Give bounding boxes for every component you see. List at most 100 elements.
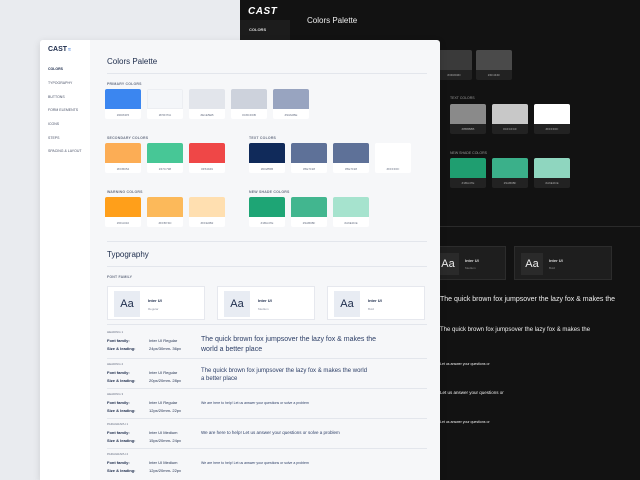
style-label: HEADING 1: [107, 330, 124, 334]
style-key: Size & leading:: [107, 378, 136, 383]
main-content: Colors Palette PRIMARY COLORS #2D84F5 #F…: [90, 40, 440, 480]
logo-wing-icon: ≈: [68, 46, 71, 53]
color-swatch: #F54949: [189, 143, 225, 173]
style-value: 12px/20mm- 22px: [149, 468, 182, 473]
style-value: 24px/30mm- 36px: [149, 346, 182, 351]
dark-swatch: #A6E3CE: [534, 158, 570, 188]
nav-icons[interactable]: ICONS: [48, 122, 59, 126]
style-value: 20px/20mm- 28px: [149, 378, 182, 383]
color-swatch: #FFB054: [105, 143, 141, 173]
color-swatch: #E1E5EB: [189, 89, 225, 119]
style-label: HEADING 2: [107, 362, 124, 366]
primary-colors-label: PRIMARY COLORS: [107, 82, 142, 86]
color-swatch: #1BA47E: [249, 197, 285, 227]
dark-paragraph-sample: Let us answer your questions or: [440, 362, 490, 366]
font-preview-icon: Aa: [334, 291, 360, 317]
font-preview-icon: Aa: [437, 253, 459, 275]
dark-font-card: Aa Inter UI Medium: [430, 246, 506, 280]
style-value: Inter UI Regular: [149, 400, 178, 405]
font-preview-icon: Aa: [521, 253, 543, 275]
sidebar: CAST ≈ COLORS TYPOGRAPHY BUTTONS FORM ELE…: [40, 40, 90, 480]
color-swatch: #002B5B: [249, 143, 285, 173]
nav-buttons[interactable]: BUTTONS: [48, 95, 65, 99]
font-card-medium: Aa Inter UI Medium: [217, 286, 315, 320]
color-swatch: #FFFFFF: [375, 143, 411, 173]
dark-swatch: #8B8B8B: [450, 104, 486, 134]
style-key: Size & leading:: [107, 408, 136, 413]
style-key: Font family:: [107, 400, 130, 405]
colors-title: Colors Palette: [107, 57, 158, 66]
color-swatch: #F5F7FA: [147, 89, 183, 119]
style-value: Inter UI Regular: [149, 338, 178, 343]
paragraph-2-sample: We are here to help! Let us answer your …: [201, 461, 309, 465]
style-label: PARAGRAPH 2: [107, 452, 129, 456]
font-preview-icon: Aa: [114, 291, 140, 317]
dark-group-label: TEXT COLORS: [450, 96, 475, 100]
new-shade-colors-label: NEW SHADE COLORS: [249, 190, 290, 194]
dark-heading-sample: The quick brown fox jumpsover the lazy f…: [440, 296, 616, 303]
font-family-label: FONT FAMILY: [107, 275, 133, 279]
dark-nav-colors[interactable]: COLORS: [249, 27, 266, 32]
paragraph-1-sample: We are here to help! Let us answer your …: [201, 430, 340, 435]
dark-swatch: #FFFFFF: [534, 104, 570, 134]
dark-swatch: #3D3D3D: [436, 50, 472, 80]
dark-paragraph-sample: Let us answer your questions or: [440, 420, 490, 424]
style-key: Size & leading:: [107, 468, 136, 473]
style-key: Font family:: [107, 370, 130, 375]
style-label: HEADING 3: [107, 392, 124, 396]
section-divider: [107, 266, 427, 267]
section-divider: [107, 241, 427, 242]
color-swatch: #FFE0B2: [189, 197, 225, 227]
dark-divider: [440, 226, 640, 227]
style-value: Inter UI Regular: [149, 370, 178, 375]
style-value: Inter UI Medium: [149, 460, 178, 465]
style-label: PARAGRAPH 1: [107, 422, 129, 426]
text-colors-label: TEXT COLORS: [249, 136, 277, 140]
style-value: 12px/20mm- 22px: [149, 408, 182, 413]
warning-colors-label: WARNING COLORS: [107, 190, 143, 194]
nav-spacing-layout[interactable]: SPACING & LAYOUT: [48, 149, 82, 153]
color-swatch: #A6E3CE: [333, 197, 369, 227]
color-swatch: #47C798: [147, 143, 183, 173]
dark-page-title: Colors Palette: [307, 16, 358, 25]
light-theme-page: CAST ≈ COLORS TYPOGRAPHY BUTTONS FORM ELE…: [40, 40, 440, 480]
section-divider: [107, 73, 427, 74]
dark-logo: CAST: [248, 6, 278, 17]
row-divider: [107, 448, 427, 449]
style-value: Inter UI Medium: [149, 430, 178, 435]
dark-paragraph-sample: Let us answer your questions or: [440, 390, 504, 395]
color-swatch: #C8CFDB: [231, 89, 267, 119]
font-preview-icon: Aa: [224, 291, 250, 317]
style-key: Font family:: [107, 338, 130, 343]
style-key: Size & leading:: [107, 346, 136, 351]
heading-3-sample: We are here to help! Let us answer your …: [201, 401, 309, 405]
dark-swatch: #1BA47E: [450, 158, 486, 188]
heading-1-sample: The quick brown fox jumpsover the lazy f…: [201, 336, 377, 353]
secondary-colors-label: SECONDARY COLORS: [107, 136, 149, 140]
section-divider: [107, 324, 427, 325]
dark-swatch: #4F4F4F: [476, 50, 512, 80]
style-key: Font family:: [107, 460, 130, 465]
color-swatch: #FFB74D: [147, 197, 183, 227]
nav-steps[interactable]: STEPS: [48, 136, 59, 140]
row-divider: [107, 388, 427, 389]
brand-logo: CAST ≈: [48, 46, 71, 53]
style-key: Size & leading:: [107, 438, 136, 443]
color-swatch: #5E7198: [291, 143, 327, 173]
dark-heading-sample: The quick brown fox jumpsover the lazy f…: [440, 327, 591, 333]
color-swatch: #2D84F5: [105, 89, 141, 119]
color-swatch: #5E7198: [333, 143, 369, 173]
dark-group-label: NEW SHADE COLORS: [450, 151, 487, 155]
nav-typography[interactable]: TYPOGRAPHY: [48, 81, 72, 85]
nav-colors[interactable]: COLORS: [48, 67, 63, 71]
color-swatch: #93A0BE: [273, 89, 309, 119]
typography-title: Typography: [107, 250, 149, 259]
font-card-bold: Aa Inter UI Bold: [327, 286, 425, 320]
style-key: Font family:: [107, 430, 130, 435]
font-card-regular: Aa Inter UI Regular: [107, 286, 205, 320]
row-divider: [107, 358, 427, 359]
dark-swatch: #3AB08F: [492, 158, 528, 188]
nav-form-elements[interactable]: FORM ELEMENTS: [48, 108, 78, 112]
color-swatch: #FFA010: [105, 197, 141, 227]
dark-swatch: #CFCFCF: [492, 104, 528, 134]
